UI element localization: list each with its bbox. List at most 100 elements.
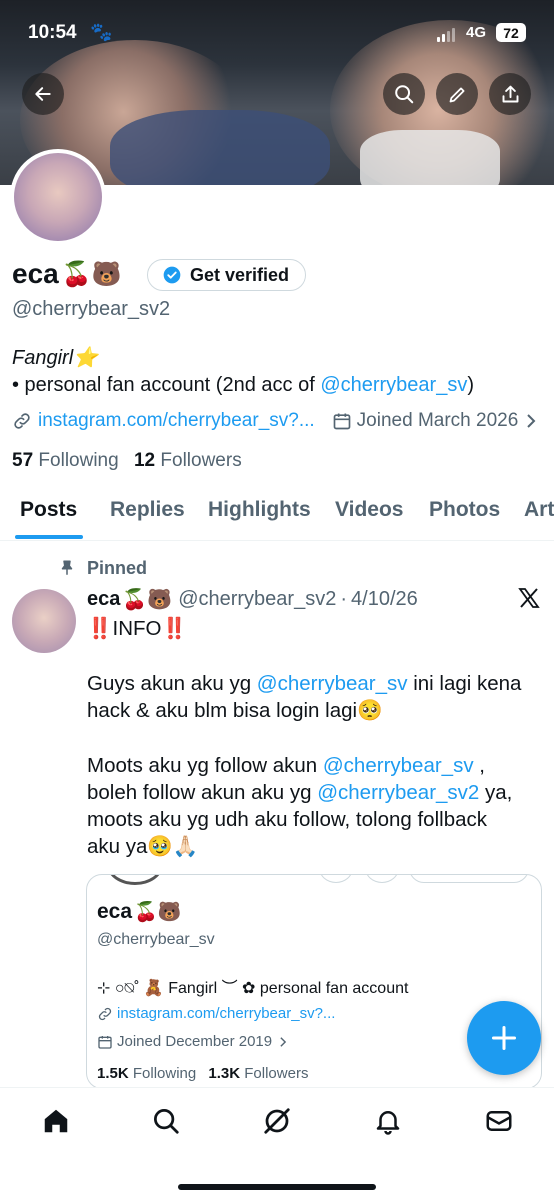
profile-name: eca — [12, 258, 59, 289]
chevron-right-icon[interactable] — [524, 413, 538, 429]
embedded-button — [319, 875, 353, 883]
embedded-following-label: Following — [132, 1065, 197, 1082]
link-icon — [14, 413, 30, 429]
arrow-left-icon — [35, 87, 51, 101]
post-text: , — [473, 754, 485, 777]
search-icon[interactable] — [151, 1106, 181, 1136]
network-label: 4G — [466, 24, 487, 41]
embedded-avatar — [107, 875, 163, 885]
embedded-website: instagram.com/cherrybear_sv?... — [117, 1005, 336, 1022]
profile-name-emoji: 🍒🐻 — [61, 260, 122, 288]
tab-posts[interactable]: Posts — [20, 498, 77, 522]
post-paragraph-3: Moots aku yg follow akun @cherrybear_sv … — [87, 752, 542, 860]
followers-link[interactable]: 12 Followers — [134, 450, 242, 471]
share-button[interactable] — [489, 73, 531, 115]
post-author-avatar[interactable] — [12, 589, 76, 653]
grok-icon[interactable] — [262, 1106, 292, 1136]
post-text: ini lagi kena — [407, 672, 522, 695]
followers-count: 12 — [133, 450, 156, 471]
post-author-handle[interactable]: @cherrybear_sv2 — [178, 588, 336, 611]
bio-text-end: ) — [467, 374, 475, 396]
bio-line-2: • personal fan account (2nd acc of @cher… — [12, 374, 474, 397]
post-text: boleh follow akun aku yg — [87, 781, 318, 804]
embedded-bio: ⊹ ○⍉˚ 🧸 Fangirl ︶ ✿ personal fan account — [97, 980, 409, 997]
edit-profile-button[interactable] — [436, 73, 478, 115]
post-mention-link[interactable]: @cherrybear_sv2 — [317, 781, 479, 804]
bottom-nav — [0, 1087, 554, 1199]
post-paragraph-2: Guys akun aku yg @cherrybear_sv ini lagi… — [87, 670, 537, 724]
tabs-divider — [0, 540, 554, 541]
embedded-followers-label: Followers — [244, 1065, 309, 1082]
bio-line-1: Fangirl⭐ — [12, 347, 99, 369]
following-count: 57 — [12, 450, 34, 471]
back-button[interactable] — [22, 73, 64, 115]
calendar-icon — [98, 1035, 112, 1049]
post-mention-link[interactable]: @cherrybear_sv — [323, 754, 474, 777]
post-text: Moots aku yg follow akun — [87, 754, 323, 777]
paw-icon: 🐾 — [90, 22, 113, 42]
profile-handle: @cherrybear_sv2 — [12, 298, 171, 320]
post-author-emoji: 🍒🐻 — [122, 589, 173, 611]
get-verified-label: Get verified — [190, 264, 290, 285]
post-date: 4/10/26 — [351, 588, 418, 610]
bell-icon[interactable] — [373, 1106, 403, 1136]
share-icon — [502, 85, 518, 102]
post-author-name[interactable]: eca — [87, 588, 120, 611]
post-mention-link[interactable]: @cherrybear_sv — [257, 672, 408, 695]
bio-mention-link[interactable]: @cherrybear_sv — [320, 374, 467, 396]
embedded-name-emoji: 🍒🐻 — [134, 902, 182, 923]
tab-active-indicator — [15, 535, 83, 539]
embedded-followers-count: 1.3K — [208, 1065, 241, 1082]
profile-avatar[interactable] — [10, 149, 106, 245]
website-link[interactable]: instagram.com/cherrybear_sv?... — [38, 410, 315, 432]
verified-badge-icon — [163, 266, 181, 284]
embedded-following-count: 1.5K — [97, 1065, 129, 1082]
post-header: eca 🍒🐻 @cherrybear_sv2 · 4/10/26 — [87, 587, 418, 612]
search-button[interactable] — [383, 73, 425, 115]
followers-label: Followers — [160, 450, 242, 471]
link-icon — [98, 1007, 112, 1020]
post-text: ya, — [479, 781, 513, 804]
post-text: aku ya🥹🙏🏻 — [87, 835, 199, 858]
battery-indicator: 72 — [496, 23, 526, 42]
home-icon[interactable] — [41, 1106, 71, 1136]
status-time: 10:54 — [28, 22, 77, 43]
joined-date: Joined March 2026 — [356, 410, 519, 431]
embedded-website-row: instagram.com/cherrybear_sv?... — [97, 1005, 335, 1022]
chevron-right-icon — [280, 1036, 287, 1047]
embedded-joined: Joined December 2019 — [117, 1033, 273, 1050]
profile-meta-row: instagram.com/cherrybear_sv?... Joined M… — [12, 410, 538, 432]
embedded-follow-stats: 1.5K Following 1.3K Followers — [97, 1065, 308, 1082]
tab-videos[interactable]: Videos — [335, 498, 403, 522]
pin-icon — [61, 560, 73, 575]
post-text: moots aku yg udh aku follow, tolong foll… — [87, 808, 487, 831]
plus-icon — [491, 1025, 517, 1051]
tab-photos[interactable]: Photos — [429, 498, 500, 522]
post-text: Guys akun aku yg — [87, 672, 257, 695]
post-info-line: ‼️INFO‼️ — [87, 617, 188, 640]
tab-art[interactable]: Art — [524, 498, 554, 522]
signal-icon — [437, 28, 455, 42]
tab-highlights[interactable]: Highlights — [208, 498, 311, 522]
following-label: Following — [38, 450, 119, 471]
mail-icon[interactable] — [484, 1106, 514, 1136]
embedded-button — [365, 875, 399, 883]
post-separator: · — [340, 588, 348, 610]
compose-button[interactable] — [467, 1001, 541, 1075]
pencil-icon — [449, 87, 464, 102]
post-text: hack & aku blm bisa login lagi🥺 — [87, 699, 383, 722]
home-indicator — [178, 1184, 376, 1190]
embedded-follow-button — [409, 875, 529, 883]
embedded-handle: @cherrybear_sv — [97, 931, 215, 948]
x-logo-icon[interactable] — [517, 586, 541, 610]
get-verified-button[interactable]: Get verified — [147, 259, 307, 291]
follow-stats: 57 Following 12 Followers — [12, 450, 242, 472]
following-link[interactable]: 57 Following — [12, 450, 119, 471]
bio-text: • personal fan account (2nd acc of — [12, 374, 321, 396]
tab-replies[interactable]: Replies — [110, 498, 185, 522]
embedded-name: eca — [97, 900, 133, 923]
pinned-label: Pinned — [87, 558, 148, 578]
calendar-icon — [333, 413, 351, 430]
search-icon — [395, 85, 414, 104]
embedded-joined-row: Joined December 2019 — [97, 1033, 288, 1050]
